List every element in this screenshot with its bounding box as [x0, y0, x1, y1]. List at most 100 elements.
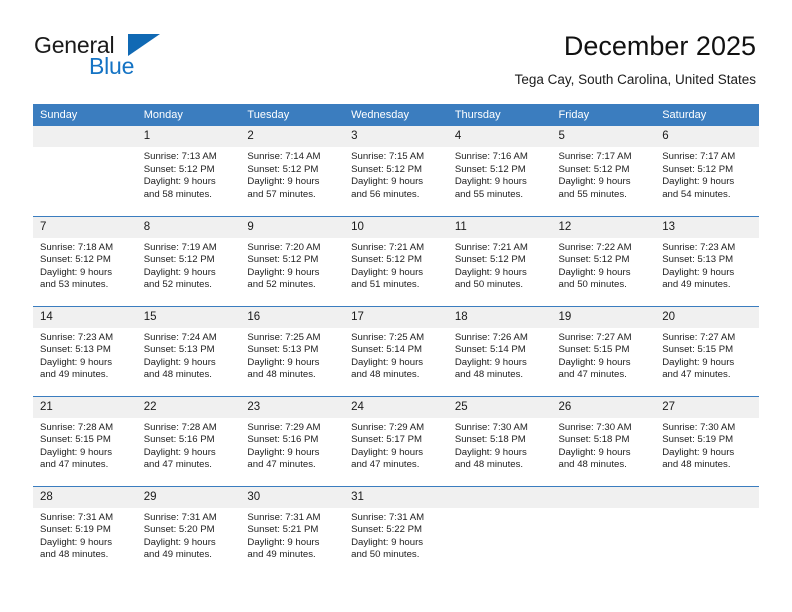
calendar-day-cell[interactable]: 11 Sunrise: 7:21 AM Sunset: 5:12 PM Dayligh…: [447, 215, 552, 306]
calendar-day-cell[interactable]: 7 Sunrise: 7:18 AM Sunset: 5:12 PM Daylight…: [33, 215, 137, 306]
day-number: 22: [136, 396, 241, 418]
daylight-text-line2: and 47 minutes.: [247, 459, 316, 471]
calendar-day-cell[interactable]: 29 Sunrise: 7:31 AM Sunset: 5:20 PM Dayligh…: [136, 485, 241, 576]
calendar-day-cell[interactable]: 6 Sunrise: 7:17 AM Sunset: 5:12 PM Daylight…: [655, 126, 759, 216]
day-sun-info: Sunrise: 7:15 AM Sunset: 5:12 PM Daylight:…: [344, 147, 448, 201]
sunset-text: Sunset: 5:14 PM: [454, 344, 526, 356]
sunrise-text: Sunrise: 7:17 AM: [558, 151, 632, 162]
sunset-text: Sunset: 5:13 PM: [40, 344, 111, 356]
calendar-day-cell[interactable]: 3 Sunrise: 7:15 AM Sunset: 5:12 PM Daylight…: [344, 126, 448, 216]
day-sun-info: Sunrise: 7:23 AM Sunset: 5:13 PM Daylight:…: [655, 238, 759, 292]
day-sun-info: Sunrise: 7:27 AM Sunset: 5:15 PM Daylight:…: [552, 328, 656, 382]
day-sun-info: Sunrise: 7:16 AM Sunset: 5:12 PM Daylight:…: [448, 147, 552, 201]
calendar-day-cell[interactable]: 4 Sunrise: 7:16 AM Sunset: 5:12 PM Daylight…: [447, 126, 552, 216]
sunset-text: Sunset: 5:14 PM: [351, 344, 423, 356]
sunrise-text: Sunrise: 7:31 AM: [40, 511, 114, 523]
daylight-text-line2: and 47 minutes.: [662, 369, 731, 381]
calendar-day-cell[interactable]: 15 Sunrise: 7:24 AM Sunset: 5:13 PM Dayligh…: [136, 305, 241, 396]
calendar-day-cell[interactable]: 21 Sunrise: 7:28 AM Sunset: 5:15 PM Dayligh…: [33, 395, 137, 486]
calendar-day-cell[interactable]: 1 Sunrise: 7:13 AM Sunset: 5:12 PM Daylight…: [136, 126, 241, 216]
calendar-day-cell[interactable]: 30 Sunrise: 7:31 AM Sunset: 5:21 PM Dayligh…: [240, 485, 345, 576]
day-number: 6: [655, 126, 759, 147]
sunset-text: Sunset: 5:12 PM: [247, 163, 319, 175]
sunset-text: Sunset: 5:18 PM: [454, 434, 526, 446]
sunrise-text: Sunrise: 7:31 AM: [351, 511, 425, 523]
weekday-header-thursday: Thursday: [447, 104, 552, 126]
calendar-day-cell[interactable]: 10 Sunrise: 7:21 AM Sunset: 5:12 PM Dayligh…: [344, 215, 448, 306]
calendar-day-cell-empty: [33, 126, 137, 216]
day-sun-info: Sunrise: 7:24 AM Sunset: 5:13 PM Daylight:…: [137, 328, 241, 382]
calendar-day-cell[interactable]: 25 Sunrise: 7:30 AM Sunset: 5:18 PM Dayligh…: [447, 395, 552, 486]
calendar-day-cell[interactable]: 13 Sunrise: 7:23 AM Sunset: 5:13 PM Dayligh…: [655, 215, 759, 306]
calendar-day-cell[interactable]: 5 Sunrise: 7:17 AM Sunset: 5:12 PM Daylight…: [551, 126, 656, 216]
sunrise-text: Sunrise: 7:24 AM: [143, 331, 217, 343]
calendar-day-cell[interactable]: 23 Sunrise: 7:29 AM Sunset: 5:16 PM Dayligh…: [240, 395, 345, 486]
sunset-text: Sunset: 5:15 PM: [662, 344, 734, 356]
calendar-day-cell[interactable]: 22 Sunrise: 7:28 AM Sunset: 5:16 PM Dayligh…: [136, 395, 241, 486]
day-sun-info: Sunrise: 7:13 AM Sunset: 5:12 PM Daylight:…: [137, 147, 241, 201]
weekday-header-saturday: Saturday: [655, 104, 759, 126]
day-number: [447, 486, 552, 508]
day-number: 1: [136, 126, 241, 147]
day-number: 3: [344, 126, 448, 147]
sunset-text: Sunset: 5:22 PM: [351, 524, 423, 536]
day-sun-info: Sunrise: 7:14 AM Sunset: 5:12 PM Daylight:…: [240, 147, 344, 201]
day-number: 12: [551, 216, 656, 238]
daylight-text-line1: Daylight: 9 hours: [247, 176, 320, 188]
calendar-day-cell[interactable]: 2 Sunrise: 7:14 AM Sunset: 5:12 PM Daylight…: [240, 126, 345, 216]
calendar-day-cell-empty: [655, 485, 759, 576]
sunrise-text: Sunrise: 7:23 AM: [662, 241, 736, 253]
day-sun-info: Sunrise: 7:31 AM Sunset: 5:22 PM Daylight:…: [344, 508, 448, 562]
calendar-day-cell[interactable]: 27 Sunrise: 7:30 AM Sunset: 5:19 PM Dayligh…: [655, 395, 759, 486]
daylight-text-line1: Daylight: 9 hours: [143, 266, 216, 278]
daylight-text-line1: Daylight: 9 hours: [143, 536, 216, 548]
daylight-text-line2: and 52 minutes.: [143, 279, 212, 291]
daylight-text-line1: Daylight: 9 hours: [454, 356, 527, 368]
calendar-day-cell[interactable]: 26 Sunrise: 7:30 AM Sunset: 5:18 PM Dayligh…: [551, 395, 656, 486]
daylight-text-line1: Daylight: 9 hours: [143, 176, 216, 188]
daylight-text-line2: and 47 minutes.: [558, 369, 627, 381]
sunset-text: Sunset: 5:16 PM: [247, 434, 319, 446]
daylight-text-line1: Daylight: 9 hours: [558, 176, 631, 188]
sunset-text: Sunset: 5:12 PM: [351, 163, 423, 175]
daylight-text-line2: and 52 minutes.: [247, 279, 316, 291]
day-sun-info: Sunrise: 7:21 AM Sunset: 5:12 PM Daylight:…: [344, 238, 448, 292]
daylight-text-line1: Daylight: 9 hours: [40, 356, 112, 368]
daylight-text-line2: and 48 minutes.: [662, 459, 731, 471]
day-sun-info: Sunrise: 7:30 AM Sunset: 5:19 PM Daylight:…: [655, 418, 759, 472]
calendar-week-row: 7 Sunrise: 7:18 AM Sunset: 5:12 PM Daylight…: [33, 215, 759, 306]
sunrise-text: Sunrise: 7:14 AM: [247, 151, 321, 162]
calendar-day-cell[interactable]: 16 Sunrise: 7:25 AM Sunset: 5:13 PM Dayligh…: [240, 305, 345, 396]
sunrise-text: Sunrise: 7:22 AM: [558, 241, 632, 253]
calendar-day-cell[interactable]: 8 Sunrise: 7:19 AM Sunset: 5:12 PM Daylight…: [136, 215, 241, 306]
sunrise-text: Sunrise: 7:23 AM: [40, 331, 114, 343]
daylight-text-line2: and 50 minutes.: [454, 279, 524, 291]
calendar-day-cell[interactable]: 28 Sunrise: 7:31 AM Sunset: 5:19 PM Dayligh…: [33, 485, 137, 576]
calendar-day-cell[interactable]: 24 Sunrise: 7:29 AM Sunset: 5:17 PM Dayligh…: [344, 395, 448, 486]
calendar-day-cell[interactable]: 20 Sunrise: 7:27 AM Sunset: 5:15 PM Dayligh…: [655, 305, 759, 396]
day-number: 2: [240, 126, 345, 147]
calendar-day-cell[interactable]: 14 Sunrise: 7:23 AM Sunset: 5:13 PM Dayligh…: [33, 305, 137, 396]
calendar-day-cell[interactable]: 12 Sunrise: 7:22 AM Sunset: 5:12 PM Dayligh…: [551, 215, 656, 306]
calendar-day-cell[interactable]: 17 Sunrise: 7:25 AM Sunset: 5:14 PM Dayligh…: [344, 305, 448, 396]
generalblue-logo[interactable]: General Blue: [34, 32, 234, 88]
calendar-week-row: 14 Sunrise: 7:23 AM Sunset: 5:13 PM Dayligh…: [33, 305, 759, 396]
daylight-text-line2: and 57 minutes.: [247, 188, 316, 200]
sunrise-text: Sunrise: 7:18 AM: [40, 241, 114, 253]
calendar-day-cell[interactable]: 31 Sunrise: 7:31 AM Sunset: 5:22 PM Dayligh…: [344, 485, 448, 576]
daylight-text-line1: Daylight: 9 hours: [558, 356, 631, 368]
daylight-text-line2: and 49 minutes.: [40, 369, 109, 381]
daylight-text-line2: and 55 minutes.: [454, 188, 524, 200]
day-number: 4: [447, 126, 552, 147]
day-number: 13: [655, 216, 759, 238]
day-sun-info: Sunrise: 7:27 AM Sunset: 5:15 PM Daylight:…: [655, 328, 759, 382]
calendar-day-cell[interactable]: 9 Sunrise: 7:20 AM Sunset: 5:12 PM Daylight…: [240, 215, 345, 306]
daylight-text-line2: and 54 minutes.: [662, 188, 731, 200]
calendar-day-cell[interactable]: 18 Sunrise: 7:26 AM Sunset: 5:14 PM Dayligh…: [447, 305, 552, 396]
sunset-text: Sunset: 5:12 PM: [662, 163, 734, 175]
calendar-day-cell[interactable]: 19 Sunrise: 7:27 AM Sunset: 5:15 PM Dayligh…: [551, 305, 656, 396]
day-number: 31: [344, 486, 448, 508]
day-number: 9: [240, 216, 345, 238]
sunrise-text: Sunrise: 7:25 AM: [247, 331, 321, 343]
daylight-text-line2: and 48 minutes.: [558, 459, 627, 471]
